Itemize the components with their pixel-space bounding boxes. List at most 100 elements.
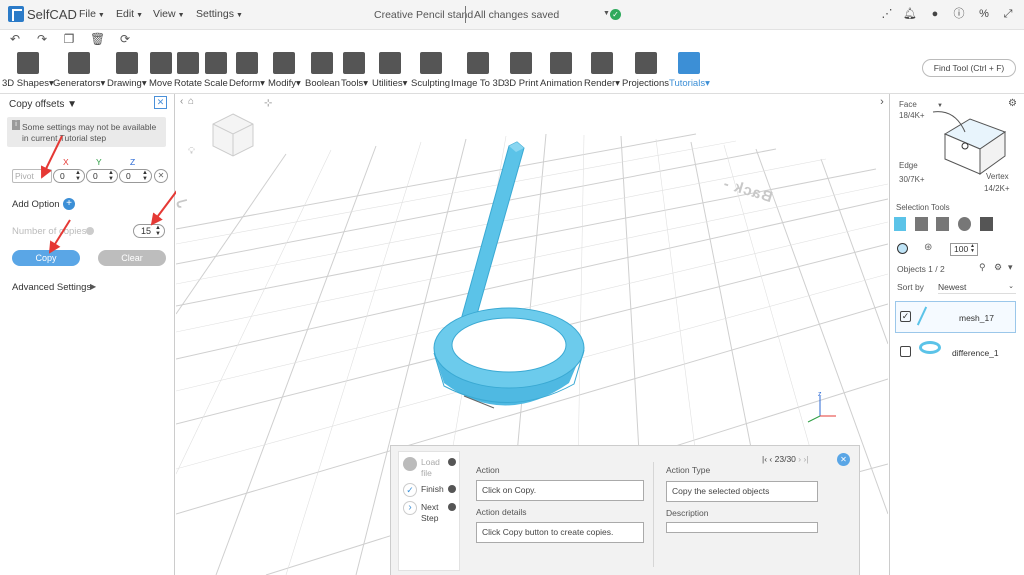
trash-icon[interactable]: 🗑︎ [90, 32, 105, 46]
step-next[interactable]: Next Step [421, 502, 443, 524]
tool-tutorials[interactable]: Tutorials▾ [669, 52, 710, 89]
saved-check-icon: ✓ [610, 9, 621, 20]
action-details-label: Action details [476, 507, 527, 517]
close-icon[interactable]: ✕ [837, 453, 850, 466]
sculpting-icon [419, 52, 442, 74]
svg-text:z: z [818, 391, 822, 398]
tool-3d-shapes[interactable]: 3D Shapes▾ [2, 52, 54, 89]
tool-sculpting[interactable]: Sculpting [411, 52, 450, 89]
tutorial-pager[interactable]: |‹ ‹ 23/30 › ›| [762, 454, 809, 464]
percent-icon[interactable]: % [977, 7, 991, 21]
selection-tools-label: Selection Tools [896, 203, 950, 212]
deform-icon [235, 52, 258, 74]
user-icon[interactable]: ● [928, 7, 942, 21]
chevron-right-icon[interactable]: › [876, 96, 888, 110]
info-icon[interactable]: ⓘ [952, 7, 966, 21]
tool-generators[interactable]: Generators▾ [53, 52, 105, 89]
tool-render[interactable]: Render▾ [584, 52, 620, 89]
brush-size-input[interactable]: 100 ▲ ▼ [950, 243, 978, 256]
edge-count: 30/7K+ [899, 175, 925, 184]
reset-icon[interactable]: ⟳ [118, 32, 132, 46]
next-step-icon: › [798, 454, 802, 464]
tool-deform[interactable]: Deform▾ [229, 52, 265, 89]
view-cube[interactable] [208, 110, 258, 160]
tool-3d-print[interactable]: 3D Print [504, 52, 538, 89]
tool-scale[interactable]: Scale [204, 52, 228, 89]
bell-icon[interactable]: 🔔︎ [903, 7, 917, 21]
select-face-icon[interactable] [915, 217, 928, 231]
object-name: mesh_17 [959, 313, 994, 323]
copy-icon[interactable]: ❐ [62, 32, 76, 46]
object-checkbox[interactable]: ✓ [900, 311, 911, 322]
paint-selection-icon[interactable]: ⊛ [924, 242, 932, 253]
info-icon[interactable] [448, 485, 456, 493]
advanced-settings-toggle[interactable]: Advanced Settings [12, 282, 91, 293]
step-finish[interactable]: Finish [421, 484, 444, 494]
description-label: Description [666, 508, 709, 518]
utilities-icon [378, 52, 401, 74]
tool-modify[interactable]: Modify▾ [268, 52, 301, 89]
light-icon[interactable]: 💡︎ [188, 146, 195, 157]
annotation-arrows [40, 135, 183, 254]
printer-icon [510, 52, 533, 74]
undo-icon[interactable]: ↶ [8, 32, 22, 46]
selfcad-app: SelfCAD File ▼ Edit ▼ View ▼ Settings ▼ Crea… [0, 0, 1024, 575]
chevron-left-icon[interactable]: ‹ [180, 96, 183, 107]
projections-icon [634, 52, 657, 74]
vertex-count: 14/2K+ [984, 184, 1010, 193]
menu-settings[interactable]: Settings ▼ [196, 8, 243, 20]
tool-rotate[interactable]: Rotate [174, 52, 202, 89]
tool-projections[interactable]: Projections [622, 52, 669, 89]
object-row-mesh[interactable] [895, 301, 1016, 333]
sort-select[interactable]: Newest ⌄ [938, 280, 1016, 294]
last-step-icon: ›| [803, 454, 809, 464]
step-load-file[interactable]: Load file [421, 457, 443, 479]
action-label: Action [476, 465, 500, 475]
axis-gizmo-icon[interactable]: ⊹ [264, 98, 272, 109]
filter-icon[interactable]: ▾ [1008, 262, 1013, 273]
redo-icon[interactable]: ↷ [35, 32, 49, 46]
menu-view[interactable]: View ▼ [153, 8, 185, 20]
tool-tools[interactable]: Tools▾ [341, 52, 368, 89]
object-checkbox[interactable] [900, 346, 911, 357]
chevron-right-icon[interactable]: ▶ [90, 282, 96, 291]
menu-edit[interactable]: Edit ▼ [116, 8, 143, 20]
project-title[interactable]: Creative Pencil stand [374, 9, 473, 21]
select-all-icon[interactable] [980, 217, 993, 231]
tool-move[interactable]: Move [149, 52, 172, 89]
select-edge-icon[interactable] [936, 217, 949, 231]
edge-mode-label[interactable]: Edge [899, 161, 918, 170]
logo-text: SelfCAD [27, 6, 77, 22]
brush-selection-icon[interactable] [897, 243, 908, 254]
boolean-icon [311, 52, 334, 74]
tool-animation[interactable]: Animation [540, 52, 582, 89]
home-icon[interactable]: ⌂ [188, 96, 194, 107]
find-tool-button[interactable]: Find Tool (Ctrl + F) [922, 59, 1016, 77]
check-icon: ✓ [403, 483, 417, 497]
tool-image-to-3d[interactable]: Image To 3D [451, 52, 505, 89]
tool-drawing[interactable]: Drawing▾ [107, 52, 147, 89]
gear-icon[interactable]: ⚙ [994, 262, 1002, 273]
chevron-down-icon[interactable]: ▼ [603, 10, 610, 17]
select-object-icon[interactable] [894, 217, 906, 231]
scale-icon [204, 52, 227, 74]
tool-boolean[interactable]: Boolean [305, 52, 340, 89]
select-vertex-icon[interactable] [958, 217, 971, 231]
vertex-mode-label[interactable]: Vertex [986, 172, 1009, 181]
pencil-stand-model[interactable] [414, 138, 614, 418]
selfcad-logo[interactable]: SelfCAD [8, 6, 77, 22]
modify-icon [273, 52, 296, 74]
search-icon[interactable]: ⚲ [979, 262, 986, 273]
tutorial-divider [653, 462, 654, 567]
info-icon[interactable] [448, 503, 456, 511]
info-icon[interactable] [448, 458, 456, 466]
expand-icon[interactable]: ⤢ [1001, 7, 1015, 21]
menu-file[interactable]: File ▼ [79, 8, 105, 20]
tool-utilities[interactable]: Utilities▾ [372, 52, 407, 89]
share-icon[interactable]: ⋰ [880, 7, 894, 21]
action-type-field: Copy the selected objects [666, 481, 818, 502]
first-step-icon: |‹ [762, 454, 768, 464]
arrow-to-copy [48, 219, 71, 254]
arrow-to-pivot [40, 135, 63, 179]
image-icon [466, 52, 489, 74]
